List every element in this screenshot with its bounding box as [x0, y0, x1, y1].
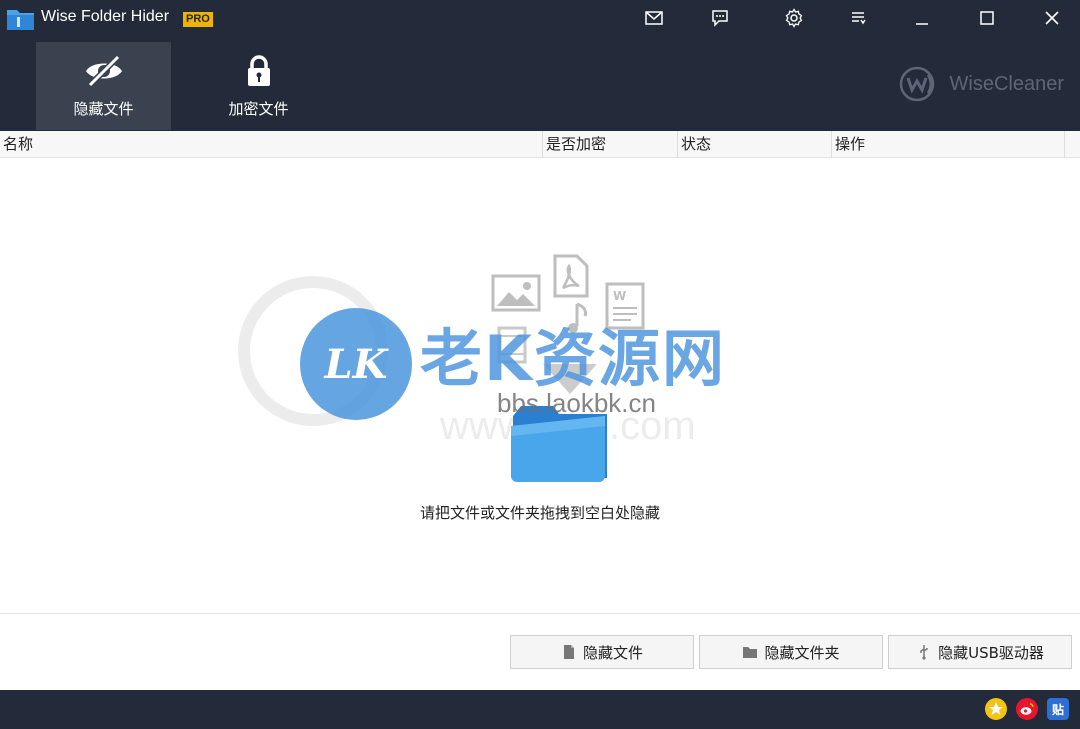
pro-badge: PRO	[183, 12, 213, 27]
column-header-actions[interactable]: 操作	[832, 131, 1065, 158]
file-table-header: 名称 是否加密 状态 操作	[0, 131, 1080, 158]
watermark-logo: LK	[300, 308, 412, 420]
drop-hint: 请把文件或文件夹拖拽到空白处隐藏	[419, 504, 660, 522]
hide-file-label: 隐藏文件	[582, 643, 643, 662]
tab-encrypt-files[interactable]: 加密文件	[191, 42, 326, 130]
app-window: Wise Folder Hider PRO 隐藏文件 加密文件 WiseClea…	[0, 0, 1080, 729]
wisecleaner-logo-icon	[899, 66, 934, 102]
hide-folder-button[interactable]: 隐藏文件夹	[699, 635, 883, 669]
hide-usb-button[interactable]: 隐藏USB驱动器	[888, 635, 1072, 669]
eye-off-icon	[85, 54, 122, 88]
hide-folder-label: 隐藏文件夹	[764, 643, 840, 662]
minimize-button[interactable]	[905, 4, 939, 32]
drop-zone[interactable]: www.i3zh.com W	[0, 158, 1080, 613]
brand-name: WiseCleaner	[949, 72, 1064, 95]
maximize-button[interactable]	[970, 4, 1004, 32]
app-title: Wise Folder Hider	[41, 8, 170, 25]
weibo-icon	[1020, 703, 1034, 715]
settings-button[interactable]	[777, 4, 811, 32]
column-header-name[interactable]: 名称	[0, 131, 543, 158]
image-file-icon	[491, 274, 541, 312]
hide-usb-label: 隐藏USB驱动器	[938, 643, 1044, 662]
main-nav: 隐藏文件 加密文件 WiseCleaner	[0, 38, 1080, 131]
wisecleaner-brand[interactable]: WiseCleaner	[898, 65, 1064, 103]
action-bar: 隐藏文件 隐藏文件夹 隐藏USB驱动器	[0, 613, 1080, 690]
tab-encrypt-files-label: 加密文件	[228, 100, 289, 118]
maximize-icon	[980, 11, 994, 25]
hide-file-button[interactable]: 隐藏文件	[510, 635, 694, 669]
close-icon	[1045, 11, 1059, 25]
folder-small-icon	[743, 647, 758, 658]
weibo-button[interactable]	[1016, 698, 1038, 720]
mail-icon	[645, 11, 663, 25]
pdf-file-icon	[553, 254, 589, 298]
mail-button[interactable]	[637, 4, 671, 32]
menu-icon	[852, 12, 866, 25]
tab-hide-files[interactable]: 隐藏文件	[36, 42, 171, 130]
feedback-button[interactable]	[703, 4, 737, 32]
watermark-url: bbs.laokbk.cn	[497, 388, 656, 418]
gear-icon	[785, 8, 803, 28]
tieba-button[interactable]: 贴	[1047, 698, 1069, 720]
minimize-icon	[916, 23, 928, 25]
lock-icon	[247, 55, 270, 86]
svg-text:W: W	[613, 289, 626, 303]
rate-star-button[interactable]	[985, 698, 1007, 720]
file-icon	[563, 645, 574, 659]
star-icon	[989, 702, 1003, 715]
column-header-status[interactable]: 状态	[678, 131, 832, 158]
title-bar: Wise Folder Hider PRO	[0, 0, 1080, 38]
chat-icon	[712, 10, 728, 27]
column-header-encrypted[interactable]: 是否加密	[543, 131, 678, 158]
app-logo-icon	[7, 10, 34, 30]
status-bar: 贴	[0, 690, 1080, 729]
usb-icon	[920, 645, 928, 660]
tieba-icon: 贴	[1051, 702, 1064, 717]
close-button[interactable]	[1035, 4, 1069, 32]
watermark-title: 老K资源网	[420, 322, 727, 395]
menu-button[interactable]	[841, 4, 875, 32]
tab-hide-files-label: 隐藏文件	[73, 100, 134, 118]
